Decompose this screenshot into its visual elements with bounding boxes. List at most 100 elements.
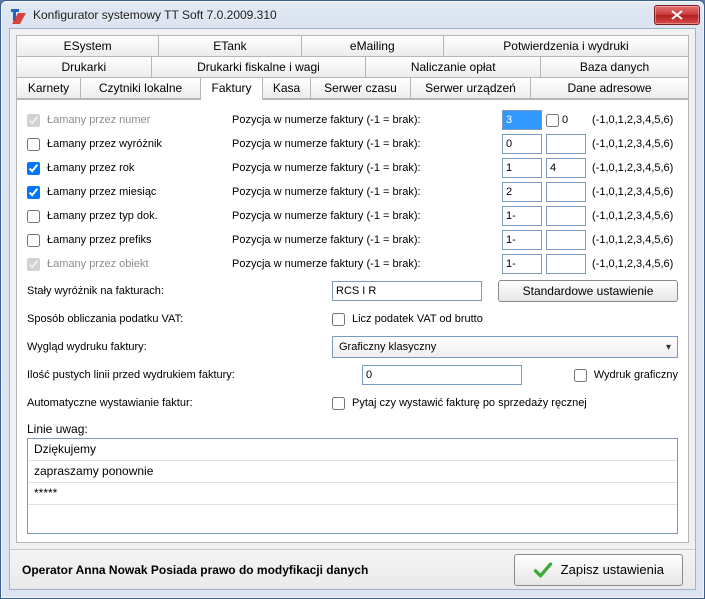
tab-row-1: ESystem ETank eMailing Potwierdzenia i w… bbox=[17, 36, 688, 57]
row-value-1[interactable] bbox=[502, 110, 542, 130]
std-settings-button[interactable]: Standardowe ustawienie bbox=[498, 280, 678, 302]
row-hint: (-1,0,1,2,3,4,5,6) bbox=[592, 162, 678, 174]
row-wyglad: Wygląd wydruku faktury: Graficzny klasyc… bbox=[27, 334, 678, 360]
row-position-label: Pozycja w numerze faktury (-1 = brak): bbox=[232, 258, 502, 270]
config-row: Łamany przez typ dok.Pozycja w numerze f… bbox=[27, 204, 678, 228]
label-auto: Automatyczne wystawianie faktur: bbox=[27, 397, 332, 409]
row-checkbox bbox=[27, 114, 40, 127]
input-ilosc[interactable] bbox=[362, 365, 522, 385]
row-position-label: Pozycja w numerze faktury (-1 = brak): bbox=[232, 210, 502, 222]
note-line[interactable]: Dziękujemy bbox=[28, 439, 677, 461]
checkbox-pytaj[interactable]: Pytaj czy wystawić fakturę po sprzedaży … bbox=[332, 397, 587, 410]
tab-serwer-czasu[interactable]: Serwer czasu bbox=[311, 78, 411, 99]
label-linie-uwag: Linie uwag: bbox=[27, 422, 678, 436]
tab-esystem[interactable]: ESystem bbox=[17, 36, 159, 56]
row-label: Łamany przez rok bbox=[47, 162, 134, 174]
close-button[interactable] bbox=[654, 5, 700, 25]
checkbox-vat-brutto[interactable]: Licz podatek VAT od brutto bbox=[332, 313, 483, 326]
tab-serwer-urzadzen[interactable]: Serwer urządzeń bbox=[411, 78, 531, 99]
config-row: Łamany przez prefiksPozycja w numerze fa… bbox=[27, 228, 678, 252]
checkbox-wydruk-graficzny[interactable]: Wydruk graficzny bbox=[574, 369, 678, 382]
status-text: Operator Anna Nowak Posiada prawo do mod… bbox=[22, 563, 368, 577]
row-hint: (-1,0,1,2,3,4,5,6) bbox=[592, 234, 678, 246]
tab-faktury[interactable]: Faktury bbox=[201, 78, 263, 100]
row-value-1[interactable] bbox=[502, 158, 542, 178]
row-value-2[interactable] bbox=[546, 158, 586, 178]
row-value-1[interactable] bbox=[502, 230, 542, 250]
tab-drukarki[interactable]: Drukarki bbox=[17, 57, 152, 77]
close-icon bbox=[671, 10, 683, 20]
tab-page-faktury: Łamany przez numer Pozycja w numerze fakt… bbox=[17, 99, 688, 542]
row-vat: Sposób obliczania podatku VAT: Licz poda… bbox=[27, 306, 678, 332]
config-row: Łamany przez obiekt Pozycja w numerze fak… bbox=[27, 252, 678, 276]
row-value-1[interactable] bbox=[502, 254, 542, 274]
save-button[interactable]: Zapisz ustawienia bbox=[514, 554, 683, 586]
window-title: Konfigurator systemowy TT Soft 7.0.2009.… bbox=[33, 8, 648, 22]
note-line[interactable]: zapraszamy ponownie bbox=[28, 461, 677, 483]
config-row: Łamany przez wyróżnik Pozycja w numerze f… bbox=[27, 132, 678, 156]
row-ilosc: Ilość pustych linii przed wydrukiem fakt… bbox=[27, 362, 678, 388]
label-vat: Sposób obliczania podatku VAT: bbox=[27, 313, 332, 325]
tab-baza-danych[interactable]: Baza danych bbox=[541, 57, 688, 77]
select-wyglad[interactable]: Graficzny klasyczny ▾ bbox=[332, 336, 678, 358]
tab-row-3: Karnety Czytniki lokalne Faktury Kasa Se… bbox=[17, 78, 688, 99]
titlebar: Konfigurator systemowy TT Soft 7.0.2009.… bbox=[1, 1, 704, 28]
tab-karnety[interactable]: Karnety bbox=[17, 78, 81, 99]
row-position-label: Pozycja w numerze faktury (-1 = brak): bbox=[232, 114, 502, 126]
tab-kasa[interactable]: Kasa bbox=[263, 78, 311, 99]
check-icon bbox=[533, 560, 553, 580]
row-value-2[interactable] bbox=[546, 182, 586, 202]
row-hint: (-1,0,1,2,3,4,5,6) bbox=[592, 258, 678, 270]
row-value-2[interactable] bbox=[546, 230, 586, 250]
row-position-label: Pozycja w numerze faktury (-1 = brak): bbox=[232, 162, 502, 174]
config-row: Łamany przez rok Pozycja w numerze faktur… bbox=[27, 156, 678, 180]
row-staly: Stały wyróżnik na fakturach: Standardowe… bbox=[27, 278, 678, 304]
tab-dane-adresowe[interactable]: Dane adresowe bbox=[531, 78, 688, 99]
row-value-2[interactable] bbox=[546, 206, 586, 226]
row-label: Łamany przez numer bbox=[47, 114, 150, 126]
row-hint: (-1,0,1,2,3,4,5,6) bbox=[592, 114, 678, 126]
config-row: Łamany przez miesiącPozycja w numerze fa… bbox=[27, 180, 678, 204]
row-checkbox[interactable] bbox=[27, 162, 40, 175]
tab-etank[interactable]: ETank bbox=[159, 36, 301, 56]
row-value-1[interactable] bbox=[502, 134, 542, 154]
row-checkbox[interactable] bbox=[27, 234, 40, 247]
row-auto: Automatyczne wystawianie faktur: Pytaj c… bbox=[27, 390, 678, 416]
row-value-1[interactable] bbox=[502, 206, 542, 226]
row-checkbox bbox=[27, 258, 40, 271]
row0-checkbox-2[interactable] bbox=[546, 114, 559, 127]
notes-list[interactable]: Dziękujemyzapraszamy ponownie***** bbox=[27, 438, 678, 534]
row-label: Łamany przez obiekt bbox=[47, 258, 149, 270]
tab-row-2: Drukarki Drukarki fiskalne i wagi Nalicz… bbox=[17, 57, 688, 78]
row-label: Łamany przez prefiks bbox=[47, 234, 152, 246]
row-hint: (-1,0,1,2,3,4,5,6) bbox=[592, 210, 678, 222]
tab-naliczanie[interactable]: Naliczanie opłat bbox=[366, 57, 541, 77]
row-checkbox[interactable] bbox=[27, 138, 40, 151]
select-wyglad-value: Graficzny klasyczny bbox=[339, 341, 436, 353]
client-area: ESystem ETank eMailing Potwierdzenia i w… bbox=[9, 28, 696, 590]
row-checkbox[interactable] bbox=[27, 186, 40, 199]
row-checkbox[interactable] bbox=[27, 210, 40, 223]
app-icon bbox=[9, 6, 27, 24]
window: Konfigurator systemowy TT Soft 7.0.2009.… bbox=[0, 0, 705, 599]
row-value-2[interactable] bbox=[546, 254, 586, 274]
note-line[interactable]: ***** bbox=[28, 483, 677, 505]
footer: Operator Anna Nowak Posiada prawo do mod… bbox=[10, 549, 695, 589]
label-staly-wyroznik: Stały wyróżnik na fakturach: bbox=[27, 285, 332, 297]
row-value-1[interactable] bbox=[502, 182, 542, 202]
label-wyglad: Wygląd wydruku faktury: bbox=[27, 341, 332, 353]
row-value-2[interactable] bbox=[546, 134, 586, 154]
input-staly-wyroznik[interactable] bbox=[332, 281, 482, 301]
label-ilosc: Ilość pustych linii przed wydrukiem fakt… bbox=[27, 369, 362, 381]
row-hint: (-1,0,1,2,3,4,5,6) bbox=[592, 186, 678, 198]
tab-drukarki-fiskalne[interactable]: Drukarki fiskalne i wagi bbox=[152, 57, 367, 77]
row-label: Łamany przez wyróżnik bbox=[47, 138, 162, 150]
tab-czytniki[interactable]: Czytniki lokalne bbox=[81, 78, 201, 99]
chevron-down-icon: ▾ bbox=[666, 342, 671, 353]
row-position-label: Pozycja w numerze faktury (-1 = brak): bbox=[232, 186, 502, 198]
tab-potwierdzenia[interactable]: Potwierdzenia i wydruki bbox=[444, 36, 688, 56]
row-position-label: Pozycja w numerze faktury (-1 = brak): bbox=[232, 138, 502, 150]
tab-control: ESystem ETank eMailing Potwierdzenia i w… bbox=[16, 35, 689, 543]
tab-emailing[interactable]: eMailing bbox=[302, 36, 444, 56]
row-hint: (-1,0,1,2,3,4,5,6) bbox=[592, 138, 678, 150]
